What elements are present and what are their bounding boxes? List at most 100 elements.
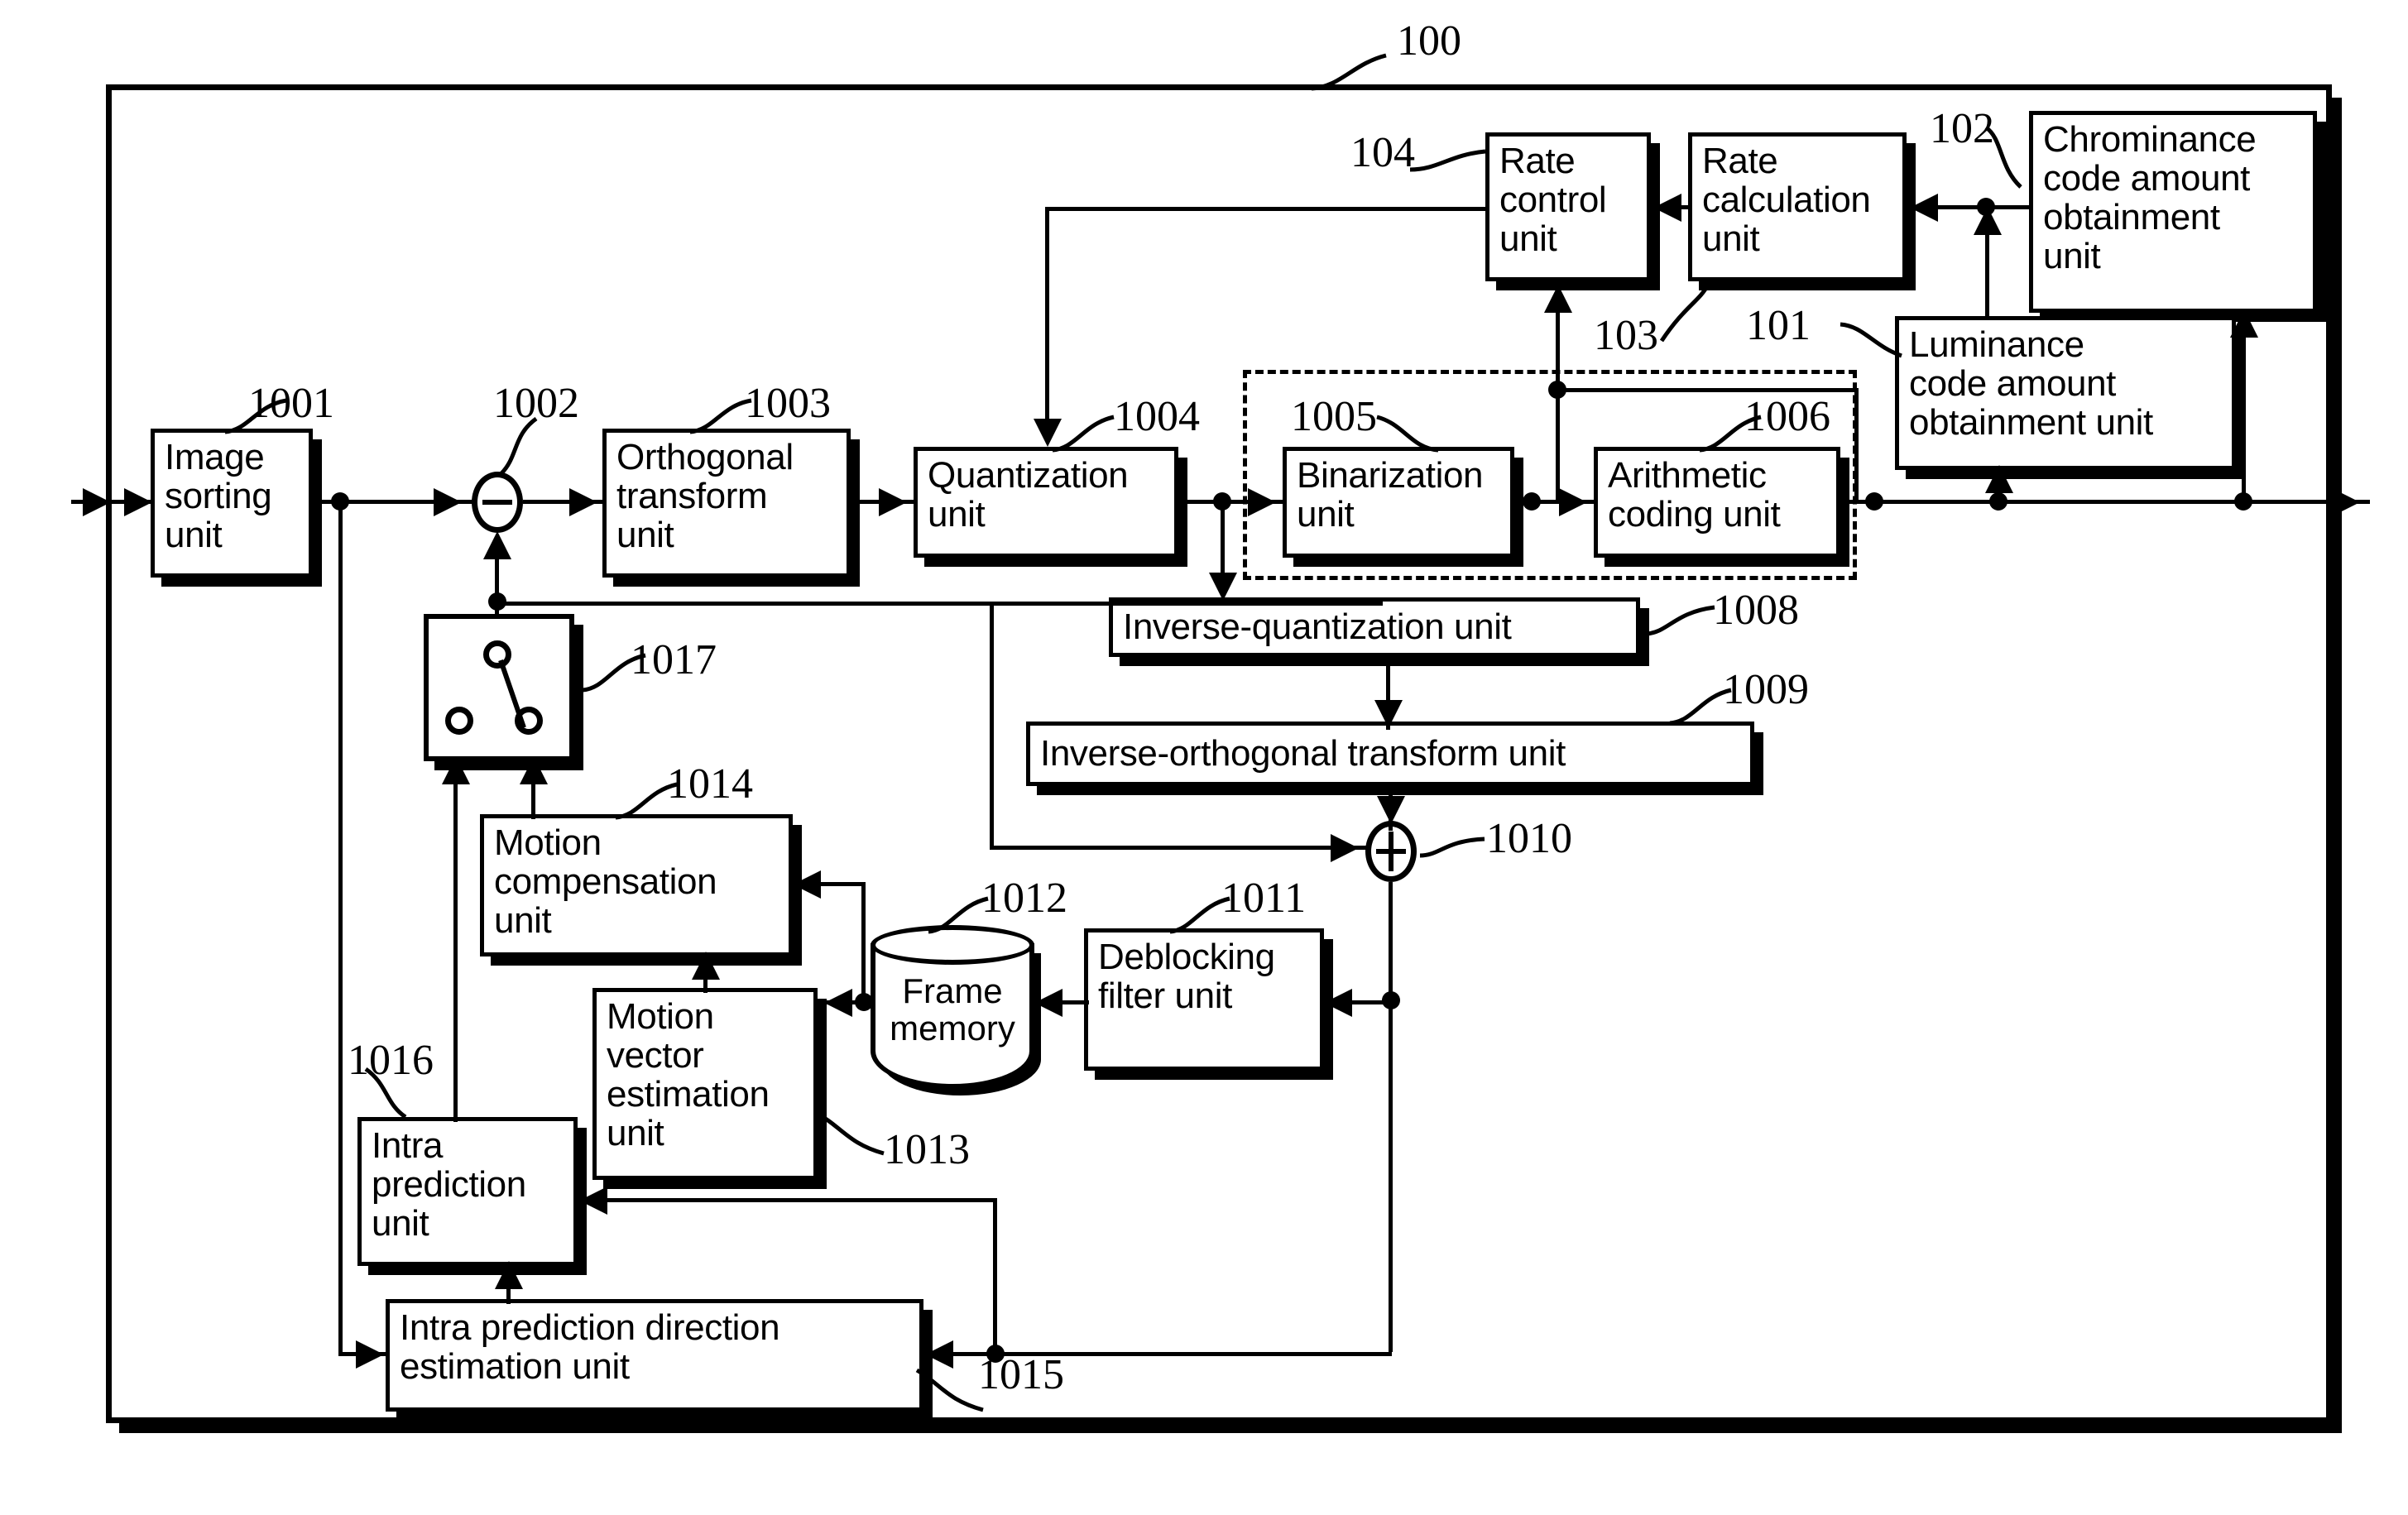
refnum-1017: 1017 <box>631 636 717 683</box>
refnum-1005: 1005 <box>1291 393 1377 440</box>
block-label: Frame memory <box>890 971 1015 1048</box>
block-label: Inverse-quantization unit <box>1123 606 1512 648</box>
arrowhead-into-invot <box>1374 700 1403 728</box>
refnum-1001: 1001 <box>248 380 334 427</box>
block-label: Chrominance code amount obtainment unit <box>2043 119 2257 277</box>
block-label: Arithmetic coding unit <box>1608 455 1781 535</box>
wire-pred-to-adder <box>990 846 1370 850</box>
block-binarization-unit[interactable]: Binarization unit <box>1283 447 1514 558</box>
arrowhead-into-intra-pred <box>579 1187 607 1215</box>
block-label: Rate control unit <box>1499 141 1607 260</box>
block-deblocking-filter-unit[interactable]: Deblocking filter unit <box>1084 928 1324 1071</box>
arrowhead-into-frame-memory <box>1034 989 1062 1017</box>
block-motion-vector-estimation-unit[interactable]: Motion vector estimation unit <box>592 988 818 1180</box>
wire-ratecontrol-out-left <box>1045 207 1487 211</box>
operator-subtractor-1002 <box>472 472 523 533</box>
wire-bus-to-chrominance <box>2242 316 2246 503</box>
wire-switch-branch-right <box>495 602 1383 606</box>
switch-node-intra <box>445 707 473 735</box>
arrowhead-into-rate-control <box>1653 194 1681 222</box>
arrowhead-into-motion-compensation-bottom <box>692 952 720 980</box>
wire-branch-to-intra-pred <box>583 1198 996 1202</box>
block-label: Motion vector estimation unit <box>607 996 770 1154</box>
block-frame-memory[interactable]: Frame memory <box>871 925 1034 1107</box>
arrowhead-into-switch-intra <box>442 756 470 784</box>
refnum-100: 100 <box>1397 17 1461 65</box>
refnum-1008: 1008 <box>1713 587 1799 634</box>
block-inverse-orthogonal-transform-unit[interactable]: Inverse-orthogonal transform unit <box>1026 722 1754 786</box>
block-label: Orthogonal transform unit <box>616 437 794 556</box>
wire-ratecontrol-out-down <box>1045 207 1049 439</box>
arrowhead-into-motion-compensation <box>793 870 821 899</box>
arrowhead-input-frame <box>83 488 111 516</box>
wire-arith-to-output-bus <box>1840 500 2370 504</box>
refnum-104: 104 <box>1350 129 1415 176</box>
arrowhead-into-quant <box>879 488 907 516</box>
block-orthogonal-transform-unit[interactable]: Orthogonal transform unit <box>602 429 851 578</box>
arrowhead-into-ipde-right <box>925 1340 953 1369</box>
arrowhead-input-block <box>124 488 152 516</box>
arrowhead-into-subtractor <box>434 488 462 516</box>
block-label: Intra prediction unit <box>372 1125 526 1244</box>
refnum-1002: 1002 <box>493 380 579 427</box>
minus-sign <box>482 500 512 505</box>
block-label: Deblocking filter unit <box>1098 937 1275 1017</box>
arrowhead-into-ipde <box>356 1340 384 1369</box>
block-rate-calculation-unit[interactable]: Rate calculation unit <box>1688 132 1907 281</box>
arrowhead-into-rate-calc <box>1910 194 1938 222</box>
wire-intra-to-switch <box>453 763 458 1122</box>
arrowhead-into-ot <box>569 488 597 516</box>
block-label: Binarization unit <box>1297 455 1484 535</box>
refnum-101: 101 <box>1746 302 1811 349</box>
block-rate-control-unit[interactable]: Rate control unit <box>1485 132 1651 281</box>
junction-dot-arith-out <box>1865 492 1883 511</box>
arrowhead-into-switch-inter <box>520 756 548 784</box>
wire-rate-control-feed-right <box>1556 388 1859 392</box>
arrowhead-into-rate-control-bottom <box>1544 285 1572 313</box>
figure-canvas: 100 Rate control unit 104 Rate calculati… <box>0 0 2408 1515</box>
refnum-1016: 1016 <box>348 1037 434 1084</box>
block-arithmetic-coding-unit[interactable]: Arithmetic coding unit <box>1594 447 1840 558</box>
wire-adder-out-down <box>1389 882 1393 1352</box>
refnum-1013: 1013 <box>884 1126 970 1173</box>
refnum-1010: 1010 <box>1486 815 1572 862</box>
refnum-1009: 1009 <box>1723 666 1809 713</box>
refnum-102: 102 <box>1930 105 1994 152</box>
wire-fm-to-mc-riser <box>861 882 866 1002</box>
block-label: Inverse-orthogonal transform unit <box>1040 733 1566 774</box>
arrowhead-into-binarization <box>1248 488 1276 516</box>
arrowhead-into-adder-top <box>1377 796 1405 824</box>
refnum-1012: 1012 <box>981 875 1067 922</box>
leader-line-104 <box>1409 149 1486 172</box>
arrowhead-into-adder-left <box>1331 834 1359 862</box>
arrowhead-into-subtractor-minus <box>483 531 511 559</box>
arrowhead-into-intra-pred-bottom <box>495 1261 523 1289</box>
block-chrominance-code-amount-obtainment-unit[interactable]: Chrominance code amount obtainment unit <box>2029 111 2317 313</box>
refnum-1006: 1006 <box>1744 393 1830 440</box>
junction-dot-binarization-out <box>1523 492 1541 511</box>
wire-sorting-branch-down <box>338 500 343 1352</box>
refnum-1003: 1003 <box>745 380 831 427</box>
block-label: Image sorting unit <box>165 437 272 556</box>
refnum-103: 103 <box>1594 312 1658 359</box>
block-inverse-quantization-unit[interactable]: Inverse-quantization unit <box>1109 597 1640 657</box>
leader-line-103 <box>1659 283 1710 343</box>
arrowhead-into-inverse-quant <box>1209 573 1237 601</box>
block-label: Motion compensation unit <box>494 822 717 942</box>
block-label: Luminance code amount obtainment unit <box>1909 324 2153 443</box>
refnum-1014: 1014 <box>667 760 753 808</box>
block-luminance-code-amount-obtainment-unit[interactable]: Luminance code amount obtainment unit <box>1895 316 2236 470</box>
arrowhead-into-arith <box>1559 488 1587 516</box>
block-intra-prediction-direction-estimation-unit[interactable]: Intra prediction direction estimation un… <box>386 1299 923 1412</box>
refnum-1004: 1004 <box>1114 393 1200 440</box>
leader-line-1010 <box>1419 837 1485 858</box>
switch-node-common <box>483 640 511 669</box>
wire-rate-control-feed-down <box>1854 388 1859 504</box>
block-image-sorting-unit[interactable]: Image sorting unit <box>151 429 313 578</box>
block-motion-compensation-unit[interactable]: Motion compensation unit <box>480 814 793 956</box>
leader-line-1008 <box>1646 605 1715 636</box>
block-quantization-unit[interactable]: Quantization unit <box>914 447 1178 558</box>
block-intra-prediction-unit[interactable]: Intra prediction unit <box>357 1117 578 1266</box>
arrowhead-output-external <box>2332 488 2360 516</box>
block-switch-1017[interactable] <box>424 614 574 761</box>
